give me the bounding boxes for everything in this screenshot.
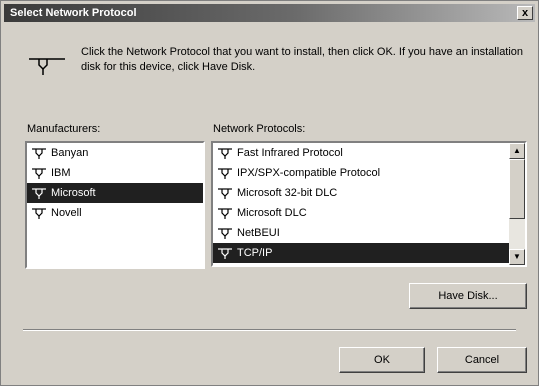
manufacturer-item[interactable]: Microsoft — [27, 183, 203, 203]
manufacturer-item[interactable]: IBM — [27, 163, 203, 183]
protocol-item[interactable]: NetBEUI — [213, 223, 509, 243]
protocols-scrollbar[interactable]: ▲ ▼ — [509, 143, 525, 265]
protocol-item[interactable]: Fast Infrared Protocol — [213, 143, 509, 163]
network-protocol-icon — [218, 208, 232, 219]
network-protocols-list[interactable]: Fast Infrared Protocol IPX/SPX-compatible… — [211, 141, 527, 267]
protocol-item-label: NetBEUI — [237, 227, 280, 239]
title-bar[interactable]: Select Network Protocol x — [4, 4, 535, 22]
network-protocol-icon — [218, 148, 232, 159]
protocol-item[interactable]: Microsoft 32-bit DLC — [213, 183, 509, 203]
network-protocol-icon — [218, 168, 232, 179]
network-protocol-icon — [218, 188, 232, 199]
have-disk-button[interactable]: Have Disk... — [409, 283, 527, 309]
manufacturer-item-label: IBM — [51, 167, 71, 179]
protocol-item-label: IPX/SPX-compatible Protocol — [237, 167, 381, 179]
manufacturer-item-label: Novell — [51, 207, 82, 219]
network-protocol-icon — [32, 208, 46, 219]
instruction-text: Click the Network Protocol that you want… — [81, 46, 524, 73]
protocol-item-label: Microsoft DLC — [237, 207, 307, 219]
separator — [23, 329, 516, 331]
protocol-item[interactable]: IPX/SPX-compatible Protocol — [213, 163, 509, 183]
ok-button[interactable]: OK — [339, 347, 425, 373]
protocol-item-label: Microsoft 32-bit DLC — [237, 187, 338, 199]
close-icon: x — [521, 7, 529, 19]
network-protocol-icon — [32, 188, 46, 199]
scrollbar-thumb[interactable] — [509, 159, 525, 219]
protocol-item[interactable]: Microsoft DLC — [213, 203, 509, 223]
scroll-up-arrow-icon[interactable]: ▲ — [509, 143, 525, 159]
network-protocol-icon — [32, 168, 46, 179]
manufacturer-item[interactable]: Novell — [27, 203, 203, 223]
protocol-item-label: TCP/IP — [237, 247, 273, 259]
network-protocol-icon — [218, 248, 232, 259]
select-network-protocol-dialog: Select Network Protocol x Click the Netw… — [0, 0, 539, 386]
manufacturers-list[interactable]: Banyan IBM Microsoft Novell — [25, 141, 205, 269]
manufacturers-label: Manufacturers: — [27, 123, 101, 135]
network-protocols-label: Network Protocols: — [213, 123, 306, 135]
manufacturer-item-label: Banyan — [51, 147, 89, 159]
window-title: Select Network Protocol — [10, 7, 137, 19]
network-cable-icon — [29, 58, 65, 75]
protocol-item[interactable]: TCP/IP — [213, 243, 509, 263]
scroll-down-arrow-icon[interactable]: ▼ — [509, 249, 525, 265]
protocol-item-label: Fast Infrared Protocol — [237, 147, 343, 159]
cancel-button[interactable]: Cancel — [437, 347, 527, 373]
close-button[interactable]: x — [517, 6, 533, 20]
manufacturer-item[interactable]: Banyan — [27, 143, 203, 163]
network-protocol-icon — [32, 148, 46, 159]
manufacturer-item-label: Microsoft — [51, 187, 96, 199]
network-protocol-icon — [218, 228, 232, 239]
